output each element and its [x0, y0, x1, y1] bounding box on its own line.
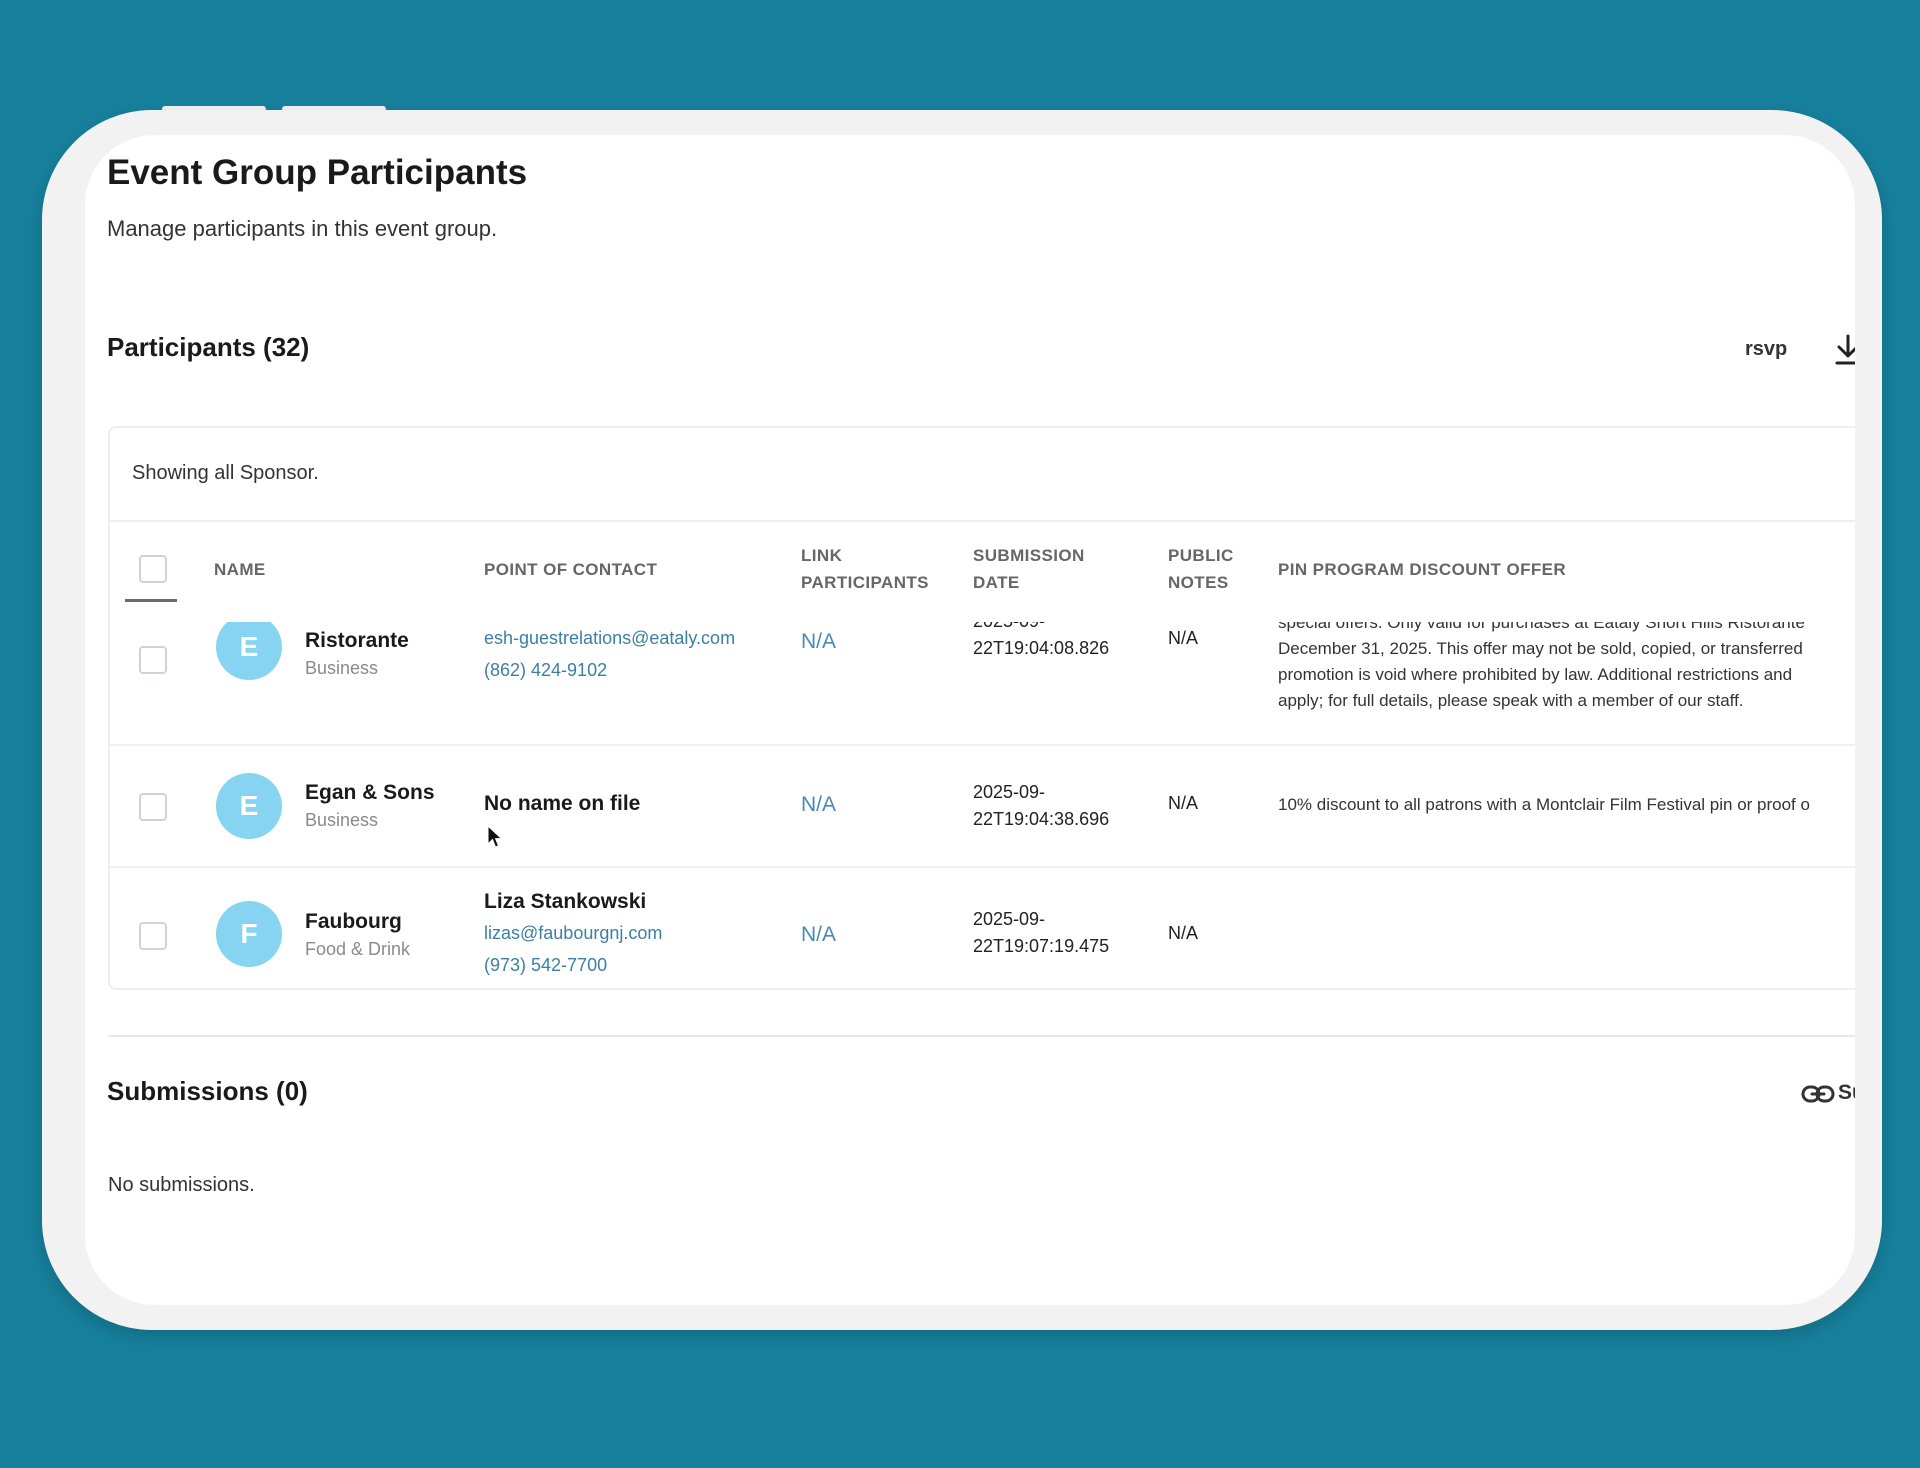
discount-offer-text: special offers. Only valid for purchases…: [1278, 622, 1805, 714]
app-screen: Event Group Participants Manage particip…: [85, 135, 1855, 1305]
participant-name[interactable]: Egan & Sons: [305, 781, 435, 805]
date-line: 2025-09-: [973, 622, 1109, 635]
offer-line: 10% discount to all patrons with a Montc…: [1278, 795, 1810, 814]
submissions-heading: Submissions (0): [107, 1076, 308, 1106]
row-checkbox[interactable]: [139, 922, 167, 950]
section-divider: [108, 1035, 1855, 1037]
page-subtitle: Manage participants in this event group.: [107, 216, 498, 241]
avatar: E: [216, 622, 282, 680]
link-participants-value[interactable]: N/A: [801, 630, 836, 654]
participant-name[interactable]: Faubourg: [305, 910, 402, 934]
participant-category: Food & Drink: [305, 939, 411, 959]
date-line: 22T19:04:08.826: [973, 638, 1110, 658]
public-notes: N/A: [1168, 923, 1199, 943]
participants-heading: Participants (32): [107, 332, 310, 362]
column-header-name[interactable]: NAME: [214, 556, 266, 583]
page-title: Event Group Participants: [107, 153, 528, 192]
discount-offer-text: 10% discount to all patrons with a Montc…: [1278, 792, 1810, 818]
submission-date: 2025-09- 22T19:04:08.826: [973, 622, 1109, 662]
offer-line: December 31, 2025. This offer may not be…: [1278, 639, 1803, 658]
table-row[interactable]: F Faubourg Food & Drink Liza Stankowski …: [110, 868, 1855, 986]
public-notes: N/A: [1168, 628, 1199, 648]
filter-bar: Showing all Sponsor.: [110, 428, 1855, 522]
date-line: 2025-09-: [973, 909, 1046, 929]
header-line: NOTES: [1168, 573, 1229, 592]
date-line: 2025-09-: [973, 782, 1046, 802]
header-line: PUBLIC: [1168, 546, 1234, 565]
link-participants-value[interactable]: N/A: [801, 793, 836, 817]
table-header: NAME POINT OF CONTACT LINK PARTICIPANTS …: [110, 522, 1855, 622]
select-all-checkbox[interactable]: [139, 555, 167, 583]
header-line: PARTICIPANTS: [801, 573, 929, 592]
header-line: DATE: [973, 573, 1020, 592]
row-checkbox[interactable]: [139, 793, 167, 821]
table-row[interactable]: E Ristorante Business esh-guestrelations…: [110, 622, 1855, 744]
offer-line: special offers. Only valid for purchases…: [1278, 622, 1805, 632]
participants-table: Showing all Sponsor. NAME POINT OF CONTA…: [108, 426, 1855, 990]
offer-line: apply; for full details, please speak wi…: [1278, 691, 1744, 710]
header-checkbox-underline: [125, 599, 177, 602]
link-icon[interactable]: [1801, 1083, 1835, 1105]
date-line: 22T19:07:19.475: [973, 936, 1110, 956]
empty-submissions-text: No submissions.: [108, 1174, 255, 1196]
contact-phone-link[interactable]: (862) 424-9102: [484, 660, 607, 681]
submission-date: 2025-09- 22T19:07:19.475: [973, 906, 1109, 960]
contact-name: No name on file: [484, 792, 641, 815]
table-body: E Ristorante Business esh-guestrelations…: [110, 622, 1855, 986]
submission-date: 2025-09- 22T19:04:38.696: [973, 779, 1109, 833]
avatar: E: [216, 773, 282, 839]
row-checkbox[interactable]: [139, 646, 167, 674]
date-line: 22T19:04:38.696: [973, 809, 1110, 829]
offer-line: promotion is void where prohibited by la…: [1278, 665, 1793, 684]
column-header-link-participants[interactable]: LINK PARTICIPANTS: [801, 542, 929, 596]
mouse-cursor-icon: [487, 825, 503, 848]
avatar: F: [216, 901, 282, 967]
public-notes: N/A: [1168, 793, 1199, 813]
download-icon[interactable]: [1833, 333, 1855, 367]
filter-text: Showing all Sponsor.: [132, 462, 319, 484]
column-header-discount-offer[interactable]: PIN PROGRAM DISCOUNT OFFER: [1278, 556, 1566, 583]
contact-email-link[interactable]: esh-guestrelations@eataly.com: [484, 628, 735, 649]
header-line: SUBMISSION: [973, 546, 1085, 565]
link-participants-value[interactable]: N/A: [801, 923, 836, 947]
participant-category: Business: [305, 810, 379, 830]
column-header-public-notes[interactable]: PUBLIC NOTES: [1168, 542, 1234, 596]
header-line: LINK: [801, 546, 843, 565]
rsvp-button[interactable]: rsvp: [1745, 338, 1787, 361]
contact-name: Liza Stankowski: [484, 890, 647, 913]
participant-category: Business: [305, 658, 379, 678]
submissions-action-button[interactable]: Su: [1838, 1081, 1855, 1105]
contact-email-link[interactable]: lizas@faubourgnj.com: [484, 923, 662, 944]
column-header-submission-date[interactable]: SUBMISSION DATE: [973, 542, 1085, 596]
column-header-point-of-contact[interactable]: POINT OF CONTACT: [484, 556, 657, 583]
contact-phone-link[interactable]: (973) 542-7700: [484, 955, 607, 976]
table-row[interactable]: E Egan & Sons Business No name on file N…: [110, 746, 1855, 866]
participant-name[interactable]: Ristorante: [305, 629, 409, 653]
